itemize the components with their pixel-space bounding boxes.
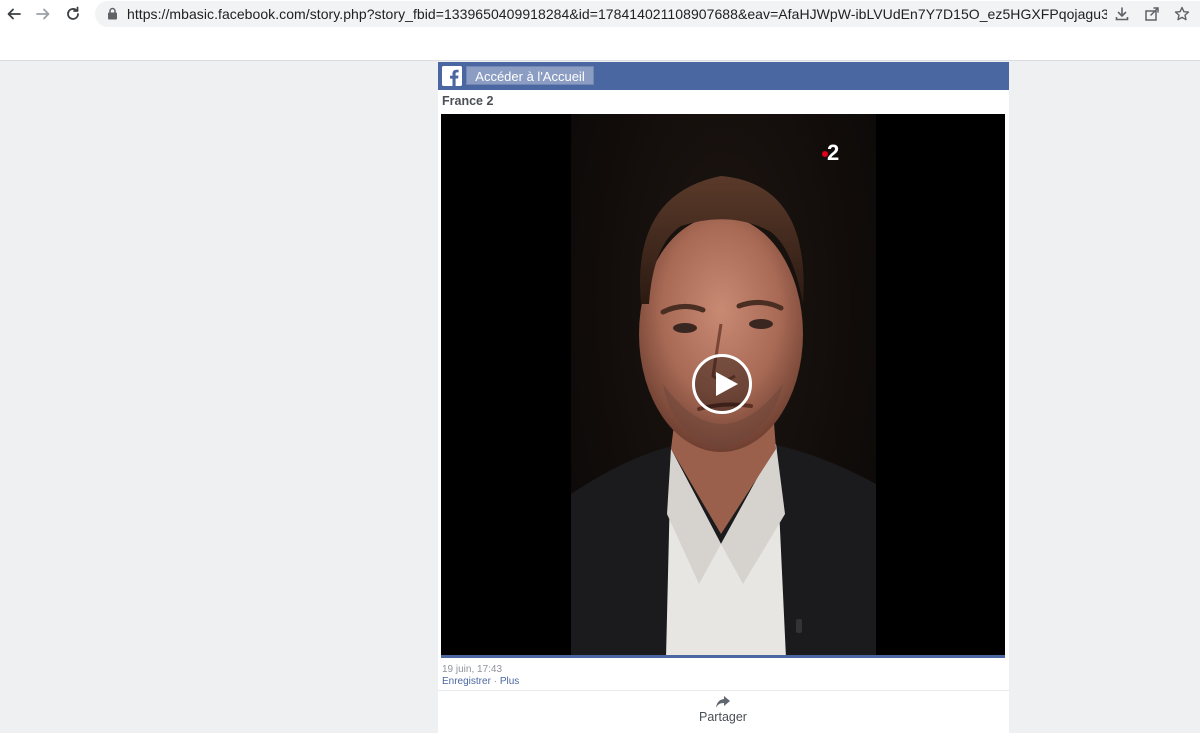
home-button[interactable]: Accéder à l'Accueil	[466, 66, 594, 85]
star-icon[interactable]	[1173, 5, 1191, 23]
video-player[interactable]: 2	[441, 114, 1005, 658]
story-page: Accéder à l'Accueil France 2 2 19 juin, …	[438, 62, 1009, 733]
share-page-icon[interactable]	[1143, 5, 1161, 23]
share-button[interactable]: Partager	[688, 695, 758, 729]
reload-icon[interactable]	[62, 3, 84, 25]
separator: ·	[493, 676, 498, 687]
facebook-header: Accéder à l'Accueil	[438, 62, 1009, 90]
more-link[interactable]: Plus	[500, 676, 519, 687]
url-text[interactable]: https://mbasic.facebook.com/story.php?st…	[127, 6, 1107, 22]
channel-logo: 2	[827, 140, 840, 165]
share-arrow-icon	[716, 696, 730, 708]
post-actions: Enregistrer · Plus	[442, 676, 519, 687]
browser-toolbar: https://mbasic.facebook.com/story.php?st…	[0, 0, 1200, 61]
video-progress-line	[441, 655, 1005, 658]
post-author[interactable]: France 2	[442, 94, 493, 108]
save-link[interactable]: Enregistrer	[442, 676, 491, 687]
back-icon[interactable]	[3, 3, 25, 25]
post-timestamp: 19 juin, 17:43	[442, 664, 503, 675]
share-label: Partager	[699, 710, 747, 724]
download-icon[interactable]	[1113, 5, 1131, 23]
facebook-logo-icon[interactable]	[442, 66, 462, 86]
divider	[438, 690, 1009, 691]
forward-icon[interactable]	[32, 3, 54, 25]
play-triangle	[716, 372, 738, 396]
play-icon[interactable]	[692, 354, 752, 414]
address-bar[interactable]: https://mbasic.facebook.com/story.php?st…	[95, 1, 1200, 27]
lock-icon[interactable]	[107, 7, 118, 25]
